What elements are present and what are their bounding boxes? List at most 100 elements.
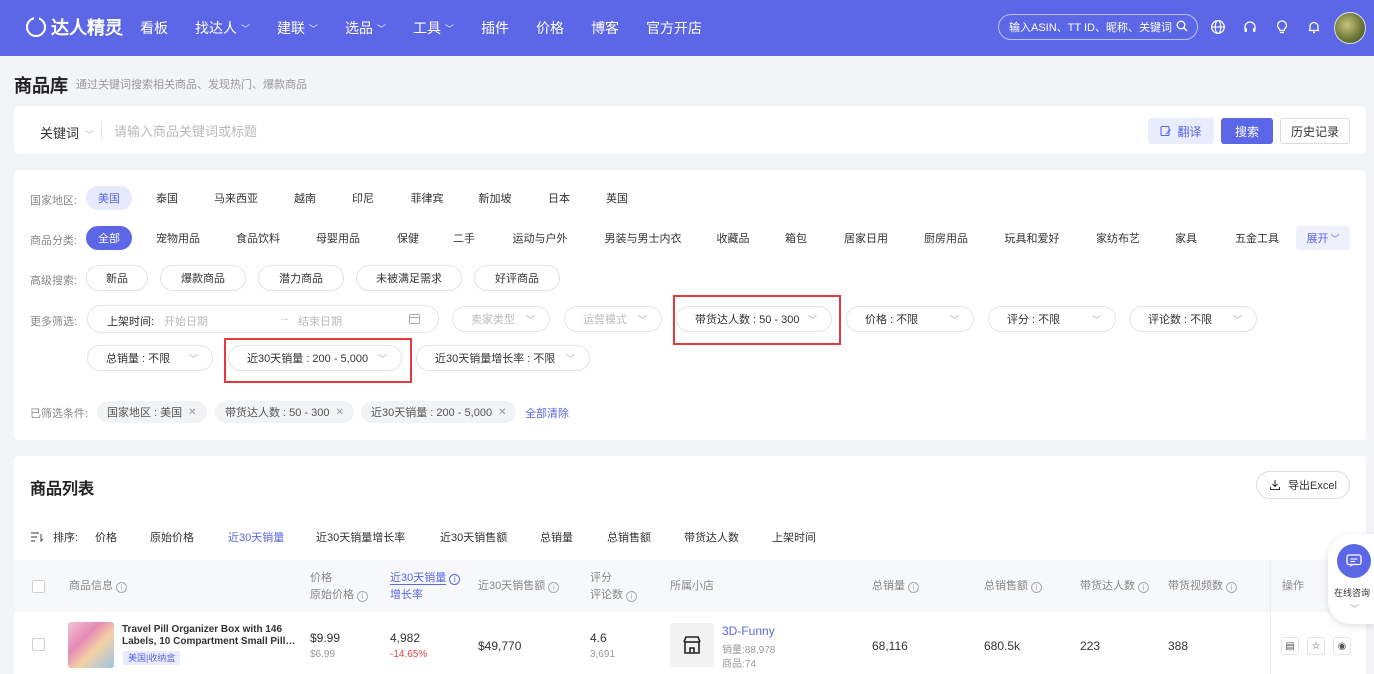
category-chip[interactable]: 运动与户外 [504, 226, 576, 250]
th-total-sales[interactable]: 总销量 i [872, 578, 919, 595]
close-icon[interactable]: ✕ [336, 407, 344, 418]
region-chip-vn[interactable]: 越南 [282, 186, 328, 210]
sort-option-growth-30d[interactable]: 近30天销量增长率 [316, 529, 405, 545]
seller-type-select[interactable]: 卖家类型 ﹀ [452, 306, 550, 332]
clear-all-link[interactable]: 全部清除 [525, 405, 569, 421]
nav-item-dashboard[interactable]: 看板 [140, 18, 168, 38]
product-image[interactable] [68, 622, 114, 668]
region-chip-us[interactable]: 美国 [86, 186, 132, 210]
product-title[interactable]: Travel Pill Organizer Box with 146 Label… [122, 624, 297, 648]
arrow-right-icon: → [279, 312, 290, 324]
sort-option-sales-30d[interactable]: 近30天销量 [228, 529, 284, 545]
th-creators[interactable]: 带货达人数 i [1080, 578, 1149, 595]
category-chip[interactable]: 家纺布艺 [1088, 226, 1148, 250]
region-chip-th[interactable]: 泰国 [144, 186, 190, 210]
th-product[interactable]: 商品信息 i [69, 578, 127, 595]
export-label: 导出Excel [1288, 480, 1337, 492]
th-videos[interactable]: 带货视频数 i [1168, 578, 1237, 595]
region-chip-uk[interactable]: 英国 [594, 186, 640, 210]
category-chip[interactable]: 二手 [444, 226, 484, 250]
sort-option-listing-date[interactable]: 上架时间 [772, 529, 816, 545]
advanced-chip-potential[interactable]: 潜力商品 [258, 265, 344, 291]
nav-item-pricing[interactable]: 价格 [536, 18, 564, 38]
category-chip[interactable]: 箱包 [776, 226, 816, 250]
region-chip-ph[interactable]: 菲律宾 [400, 186, 454, 210]
th-total-revenue[interactable]: 总销售额 i [984, 578, 1042, 595]
info-icon: i [116, 582, 127, 593]
sort-option-price[interactable]: 价格 [95, 529, 117, 545]
shop-name-link[interactable]: 3D-Funny [722, 624, 775, 638]
bulb-icon[interactable] [1274, 19, 1290, 35]
price-select[interactable]: 价格 : 不限 ﹀ [846, 306, 974, 332]
date-start-input[interactable]: 开始日期 [164, 313, 208, 329]
rating-select[interactable]: 评分 : 不限 ﹀ [988, 306, 1116, 332]
sort-option-revenue-30d[interactable]: 近30天销售额 [440, 529, 507, 545]
keyword-input[interactable] [114, 118, 614, 144]
avatar[interactable] [1334, 12, 1366, 44]
nav-item-plugin[interactable]: 插件 [481, 18, 509, 38]
online-consult-widget[interactable]: 在线咨询 ﹀ [1328, 534, 1374, 624]
nav-item-tools[interactable]: 工具 ﹀ [413, 18, 454, 38]
region-chip-sg[interactable]: 新加坡 [468, 186, 522, 210]
category-chip[interactable]: 保健 [388, 226, 428, 250]
sort-option-original-price[interactable]: 原始价格 [150, 529, 194, 545]
nav-item-blog[interactable]: 博客 [591, 18, 619, 38]
category-chip[interactable]: 收藏品 [708, 226, 758, 250]
advanced-chip-well-rated[interactable]: 好评商品 [474, 265, 560, 291]
sort-option-creators[interactable]: 带货达人数 [684, 529, 739, 545]
th-rating[interactable]: 评分 评论数 i [590, 570, 637, 604]
bell-icon[interactable] [1306, 19, 1322, 35]
nav-item-outreach[interactable]: 建联 ﹀ [277, 18, 318, 38]
category-chip[interactable]: 五金工具 [1226, 226, 1288, 250]
nav-item-open-shop[interactable]: 官方开店 [646, 18, 702, 38]
category-chip-all[interactable]: 全部 [86, 226, 132, 250]
search-icon[interactable] [1176, 20, 1188, 32]
star-icon[interactable]: ☆ [1307, 637, 1325, 655]
category-chip[interactable]: 厨房用品 [916, 226, 976, 250]
growth-30d-select[interactable]: 近30天销量增长率 : 不限 ﹀ [416, 345, 590, 371]
th-revenue-30d[interactable]: 近30天销售额 i [478, 578, 560, 595]
category-chip[interactable]: 母婴用品 [308, 226, 368, 250]
globe-icon[interactable] [1210, 19, 1226, 35]
category-chip[interactable]: 食品饮料 [228, 226, 288, 250]
advanced-chip-hot[interactable]: 爆款商品 [160, 265, 246, 291]
history-button[interactable]: 历史记录 [1280, 118, 1350, 144]
advanced-chip-new[interactable]: 新品 [86, 265, 148, 291]
operation-mode-select[interactable]: 运营模式 ﹀ [564, 306, 662, 332]
category-chip[interactable]: 家具 [1166, 226, 1206, 250]
region-chip-id[interactable]: 印尼 [340, 186, 386, 210]
close-icon[interactable]: ✕ [498, 407, 506, 418]
region-chip-jp[interactable]: 日本 [536, 186, 582, 210]
region-chip-my[interactable]: 马来西亚 [204, 186, 268, 210]
nav-item-product-selection[interactable]: 选品 ﹀ [345, 18, 386, 38]
sort-option-total-sales[interactable]: 总销量 [540, 529, 573, 545]
translate-button[interactable]: 翻译 [1148, 118, 1214, 144]
category-chip[interactable]: 居家日用 [836, 226, 896, 250]
save-icon[interactable]: ▤ [1281, 637, 1299, 655]
export-excel-button[interactable]: 导出Excel [1256, 471, 1350, 499]
logo[interactable]: 达人精灵 [26, 14, 123, 40]
advanced-chip-unmet[interactable]: 未被满足需求 [356, 265, 462, 291]
category-chip[interactable]: 玩具和爱好 [996, 226, 1068, 250]
nav-item-find-creators[interactable]: 找达人 ﹀ [195, 18, 250, 38]
listing-date-range[interactable]: 上架时间: 开始日期 → 结束日期 [87, 305, 439, 333]
search-button[interactable]: 搜索 [1221, 118, 1273, 144]
keyword-type-select[interactable]: 关键词 ﹀ [40, 123, 94, 142]
category-chip[interactable]: 宠物用品 [148, 226, 208, 250]
eye-icon[interactable]: ◉ [1333, 637, 1351, 655]
expand-categories-button[interactable]: 展开 ﹀ [1296, 226, 1350, 250]
category-chip[interactable]: 男装与男士内衣 [596, 226, 690, 250]
select-all-checkbox[interactable] [32, 580, 45, 593]
shop-logo[interactable] [670, 623, 714, 667]
total-sales-select[interactable]: 总销量 : 不限 ﹀ [87, 345, 213, 371]
sort-option-total-revenue[interactable]: 总销售额 [607, 529, 651, 545]
row-checkbox[interactable] [32, 638, 45, 651]
global-search-input[interactable]: 输入ASIN、TT ID、昵称、关键词 [998, 14, 1198, 40]
review-count-select[interactable]: 评论数 : 不限 ﹀ [1129, 306, 1257, 332]
th-sales-30d[interactable]: 近30天销量 i 增长率 [390, 570, 461, 604]
chevron-down-icon[interactable]: ﹀ [1350, 602, 1359, 615]
th-price[interactable]: 价格 原始价格 i [310, 570, 368, 604]
headset-icon[interactable] [1242, 19, 1258, 35]
close-icon[interactable]: ✕ [188, 407, 196, 418]
date-end-input[interactable]: 结束日期 [298, 313, 342, 329]
